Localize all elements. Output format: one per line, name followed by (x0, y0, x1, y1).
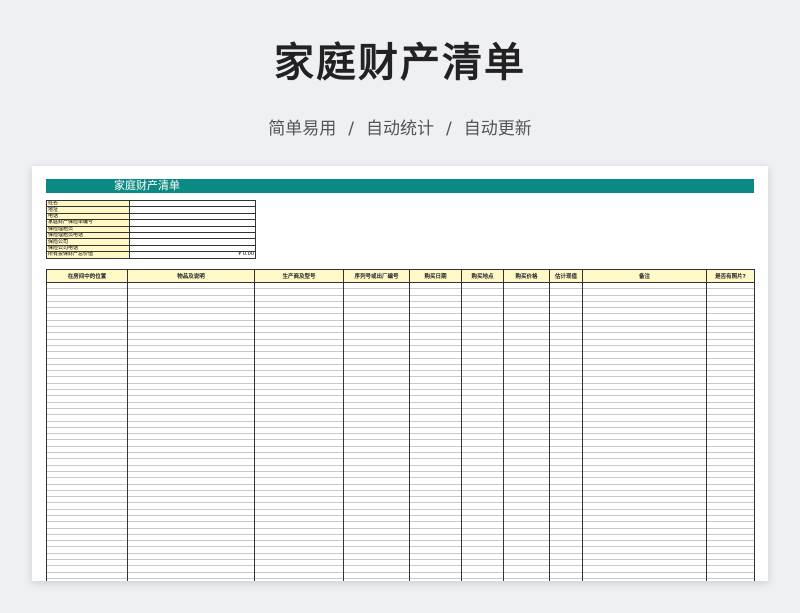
sheet-banner-title: 家庭财产清单 (114, 179, 180, 192)
sheet-banner: 家庭财产清单 (46, 179, 754, 193)
info-row: 所有投保财产总价值 ¥ 0.00 (46, 251, 256, 259)
table-row (46, 577, 755, 581)
page-subtitle: 简单易用 / 自动统计 / 自动更新 (0, 114, 800, 139)
table-cell[interactable] (343, 577, 410, 581)
table-cell[interactable] (503, 577, 550, 581)
column-header[interactable]: 购买地点 (461, 269, 504, 283)
table-cell[interactable] (254, 577, 344, 581)
table-cell[interactable] (549, 577, 583, 581)
table-cell[interactable] (46, 577, 128, 581)
table-cell[interactable] (461, 577, 504, 581)
column-header[interactable]: 序列号或出厂编号 (343, 269, 410, 283)
table-cell[interactable] (409, 577, 462, 581)
tag-separator: / (446, 119, 452, 139)
spreadsheet-preview: 家庭财产清单 姓名 地址 电话 家庭财产保险单编号 保险理赔员 保险理赔员电话 保险公司 保险… (32, 166, 768, 581)
tag-auto-stats: 自动统计 (366, 119, 434, 139)
table-cell[interactable] (706, 577, 755, 581)
tag-separator: / (348, 119, 354, 139)
owner-info-table: 姓名 地址 电话 家庭财产保险单编号 保险理赔员 保险理赔员电话 保险公司 保险公司电话 所有投… (46, 199, 256, 259)
tag-auto-update: 自动更新 (463, 119, 532, 139)
column-header[interactable]: 是否有照片? (706, 269, 755, 283)
tag-easy-to-use: 简单易用 (268, 119, 337, 139)
column-header[interactable]: 在房间中的位置 (46, 269, 128, 283)
table-cell[interactable] (127, 577, 255, 581)
table-cell[interactable] (582, 577, 707, 581)
column-header[interactable]: 估计现值 (549, 269, 583, 283)
inventory-table: 在房间中的位置 物品及说明 生产商及型号 序列号或出厂编号 购买日期 购买地点 购买价格 估计… (46, 269, 755, 581)
info-label: 所有投保财产总价值 (46, 251, 130, 259)
column-header[interactable]: 生产商及型号 (254, 269, 344, 283)
column-header[interactable]: 购买价格 (503, 269, 550, 283)
column-header[interactable]: 备注 (582, 269, 707, 283)
column-header[interactable]: 物品及说明 (127, 269, 255, 283)
page-title: 家庭财产清单 (274, 40, 526, 86)
info-value-cell[interactable]: ¥ 0.00 (129, 251, 256, 259)
column-header[interactable]: 购买日期 (409, 269, 462, 283)
inventory-header-row: 在房间中的位置 物品及说明 生产商及型号 序列号或出厂编号 购买日期 购买地点 购买价格 估计… (46, 269, 755, 283)
